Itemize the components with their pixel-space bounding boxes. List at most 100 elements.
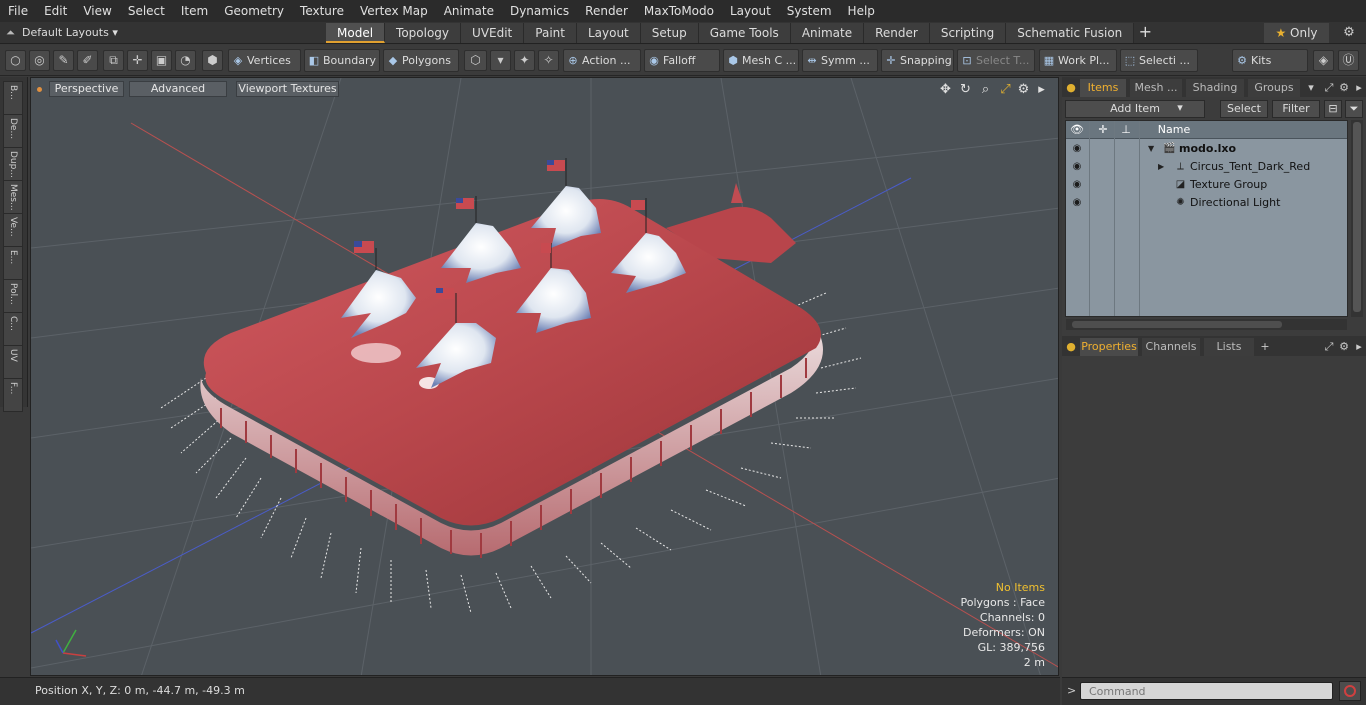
panel-gear-icon[interactable]: ⚙ bbox=[1337, 79, 1351, 97]
unity-icon[interactable]: ◈ bbox=[1313, 50, 1334, 71]
panel-arrow-icon[interactable]: ▸ bbox=[1352, 79, 1366, 97]
item-row-directional-light[interactable]: ◉ ✺ Directional Light bbox=[1066, 194, 1347, 212]
viewport-dot-icon[interactable] bbox=[37, 87, 42, 92]
maximize-panel-icon[interactable]: ⤢ bbox=[1322, 338, 1336, 356]
visibility-eye-icon[interactable]: ◉ bbox=[1070, 160, 1084, 174]
tab-model[interactable]: Model bbox=[326, 23, 386, 43]
align-icon[interactable]: ⧉ bbox=[103, 50, 124, 71]
collapse-icon[interactable]: ⏶ bbox=[6, 22, 22, 44]
polygons-button[interactable]: ◆ Polygons bbox=[383, 49, 459, 72]
tab-properties[interactable]: Properties bbox=[1080, 338, 1138, 356]
expand-arrow-icon[interactable]: ▼ bbox=[1148, 140, 1158, 158]
tab-mesh[interactable]: Mesh ... bbox=[1130, 79, 1182, 97]
expand-arrow-icon[interactable]: ▶ bbox=[1158, 158, 1168, 176]
command-arrow-icon[interactable]: > bbox=[1067, 684, 1076, 697]
item-row-circus-tent[interactable]: ◉ ▶ ⟂ Circus_Tent_Dark_Red bbox=[1066, 158, 1347, 176]
frame-icon[interactable]: ▣ bbox=[151, 50, 172, 71]
boundary-button[interactable]: ◧ Boundary bbox=[304, 49, 380, 72]
menu-item[interactable]: Item bbox=[173, 0, 216, 22]
tab-game-tools[interactable]: Game Tools bbox=[698, 23, 791, 43]
selection-sets-button[interactable]: ⬚ Selecti ... bbox=[1120, 49, 1198, 72]
only-toggle[interactable]: ★ Only bbox=[1264, 23, 1329, 43]
menu-edit[interactable]: Edit bbox=[36, 0, 75, 22]
menu-view[interactable]: View bbox=[75, 0, 119, 22]
left-tab-5[interactable]: E... bbox=[3, 246, 23, 280]
render-col-icon[interactable]: ⊥ bbox=[1118, 121, 1134, 139]
menu-help[interactable]: Help bbox=[840, 0, 883, 22]
command-input[interactable] bbox=[1080, 682, 1333, 700]
chevron-down-icon[interactable]: ▾ bbox=[1172, 100, 1188, 118]
tab-schematic-fusion[interactable]: Schematic Fusion bbox=[1006, 23, 1135, 43]
panel-arrow-icon[interactable]: ▸ bbox=[1352, 338, 1366, 356]
globe-icon[interactable]: ◎ bbox=[29, 50, 50, 71]
rotate-icon[interactable]: ◔ bbox=[175, 50, 196, 71]
tab-shading[interactable]: Shading bbox=[1186, 79, 1244, 97]
tab-lists[interactable]: Lists bbox=[1204, 338, 1254, 356]
funnel-icon[interactable]: ⏷ bbox=[1345, 100, 1363, 118]
menu-texture[interactable]: Texture bbox=[292, 0, 352, 22]
symmetry-button[interactable]: ⇹ Symm ... bbox=[802, 49, 878, 72]
center-icon[interactable]: ✛ bbox=[127, 50, 148, 71]
left-tab-6[interactable]: Pol... bbox=[3, 279, 23, 313]
left-tab-1[interactable]: De... bbox=[3, 114, 23, 148]
menu-animate[interactable]: Animate bbox=[436, 0, 502, 22]
layouts-dropdown[interactable]: ⏶ Default Layouts ▾ bbox=[6, 22, 118, 44]
collapse-icon[interactable]: ⊟ bbox=[1324, 100, 1342, 118]
menu-dynamics[interactable]: Dynamics bbox=[502, 0, 577, 22]
move-view-icon[interactable]: ✥ bbox=[937, 81, 954, 98]
add-tab-icon[interactable]: + bbox=[1258, 338, 1272, 356]
visibility-eye-icon[interactable]: ◉ bbox=[1070, 142, 1084, 156]
select-button[interactable]: Select bbox=[1220, 100, 1268, 118]
tab-groups[interactable]: Groups bbox=[1248, 79, 1300, 97]
chevron-down-icon[interactable]: ▾ bbox=[1304, 79, 1318, 97]
name-column-header[interactable]: Name bbox=[1154, 121, 1194, 139]
gear-icon[interactable]: ⚙ bbox=[1338, 22, 1360, 44]
item-list-hscroll[interactable] bbox=[1066, 319, 1347, 330]
3d-viewport[interactable]: Perspective Advanced Viewport Textures ✥… bbox=[30, 77, 1059, 676]
filter-button[interactable]: Filter bbox=[1272, 100, 1320, 118]
menu-layout[interactable]: Layout bbox=[722, 0, 779, 22]
left-tab-3[interactable]: Mes... bbox=[3, 180, 23, 214]
tab-render[interactable]: Render bbox=[864, 23, 930, 43]
menu-geometry[interactable]: Geometry bbox=[216, 0, 292, 22]
viewport-gear-icon[interactable]: ⚙ bbox=[1015, 81, 1032, 98]
visibility-col-icon[interactable]: 👁 bbox=[1069, 121, 1085, 139]
work-plane-button[interactable]: ▦ Work Pl... bbox=[1039, 49, 1117, 72]
maximize-icon[interactable]: ⤢ bbox=[997, 81, 1014, 98]
left-tab-7[interactable]: C... bbox=[3, 312, 23, 346]
circle-select-icon[interactable]: ○ bbox=[5, 50, 26, 71]
chevron-down-icon[interactable]: ▾ bbox=[490, 50, 511, 71]
maximize-panel-icon[interactable]: ⤢ bbox=[1322, 79, 1336, 97]
scroll-thumb[interactable] bbox=[1072, 321, 1282, 328]
menu-system[interactable]: System bbox=[779, 0, 840, 22]
brush-icon[interactable]: ✐ bbox=[77, 50, 98, 71]
mesh-constraints-button[interactable]: ⬢ Mesh C ... bbox=[723, 49, 799, 72]
left-tab-2[interactable]: Dup... bbox=[3, 147, 23, 181]
left-tab-8[interactable]: UV bbox=[3, 345, 23, 379]
panel-dot-icon[interactable]: ● bbox=[1064, 79, 1078, 97]
item-row-modo[interactable]: ◉ ▼ 🎬 modo.lxo bbox=[1066, 140, 1347, 158]
tab-layout[interactable]: Layout bbox=[576, 23, 641, 43]
perspective-button[interactable]: Perspective bbox=[49, 81, 124, 97]
visibility-eye-icon[interactable]: ◉ bbox=[1070, 178, 1084, 192]
symmetry-y-icon[interactable]: ✧ bbox=[538, 50, 559, 71]
symmetry-x-icon[interactable]: ✦ bbox=[514, 50, 535, 71]
menu-maxtomodo[interactable]: MaxToModo bbox=[636, 0, 722, 22]
advanced-button[interactable]: Advanced bbox=[129, 81, 227, 97]
left-tab-9[interactable]: F... bbox=[3, 378, 23, 412]
menu-render[interactable]: Render bbox=[577, 0, 636, 22]
panel-dot-icon[interactable]: ● bbox=[1064, 338, 1078, 356]
tab-paint[interactable]: Paint bbox=[524, 23, 577, 43]
record-macro-button[interactable] bbox=[1339, 681, 1361, 701]
kits-button[interactable]: ⚙ Kits bbox=[1232, 49, 1308, 72]
tab-channels[interactable]: Channels bbox=[1142, 338, 1200, 356]
tab-scripting[interactable]: Scripting bbox=[929, 23, 1007, 43]
tab-items[interactable]: Items bbox=[1080, 79, 1126, 97]
zoom-icon[interactable]: ⌕ bbox=[977, 81, 994, 98]
menu-vertex-map[interactable]: Vertex Map bbox=[352, 0, 436, 22]
item-list-vscroll[interactable] bbox=[1351, 120, 1363, 317]
rotate-view-icon[interactable]: ↻ bbox=[957, 81, 974, 98]
menu-file[interactable]: File bbox=[0, 0, 36, 22]
item-mode-icon[interactable]: ⬢ bbox=[202, 50, 223, 71]
falloff-button[interactable]: ◉ Falloff bbox=[644, 49, 720, 72]
